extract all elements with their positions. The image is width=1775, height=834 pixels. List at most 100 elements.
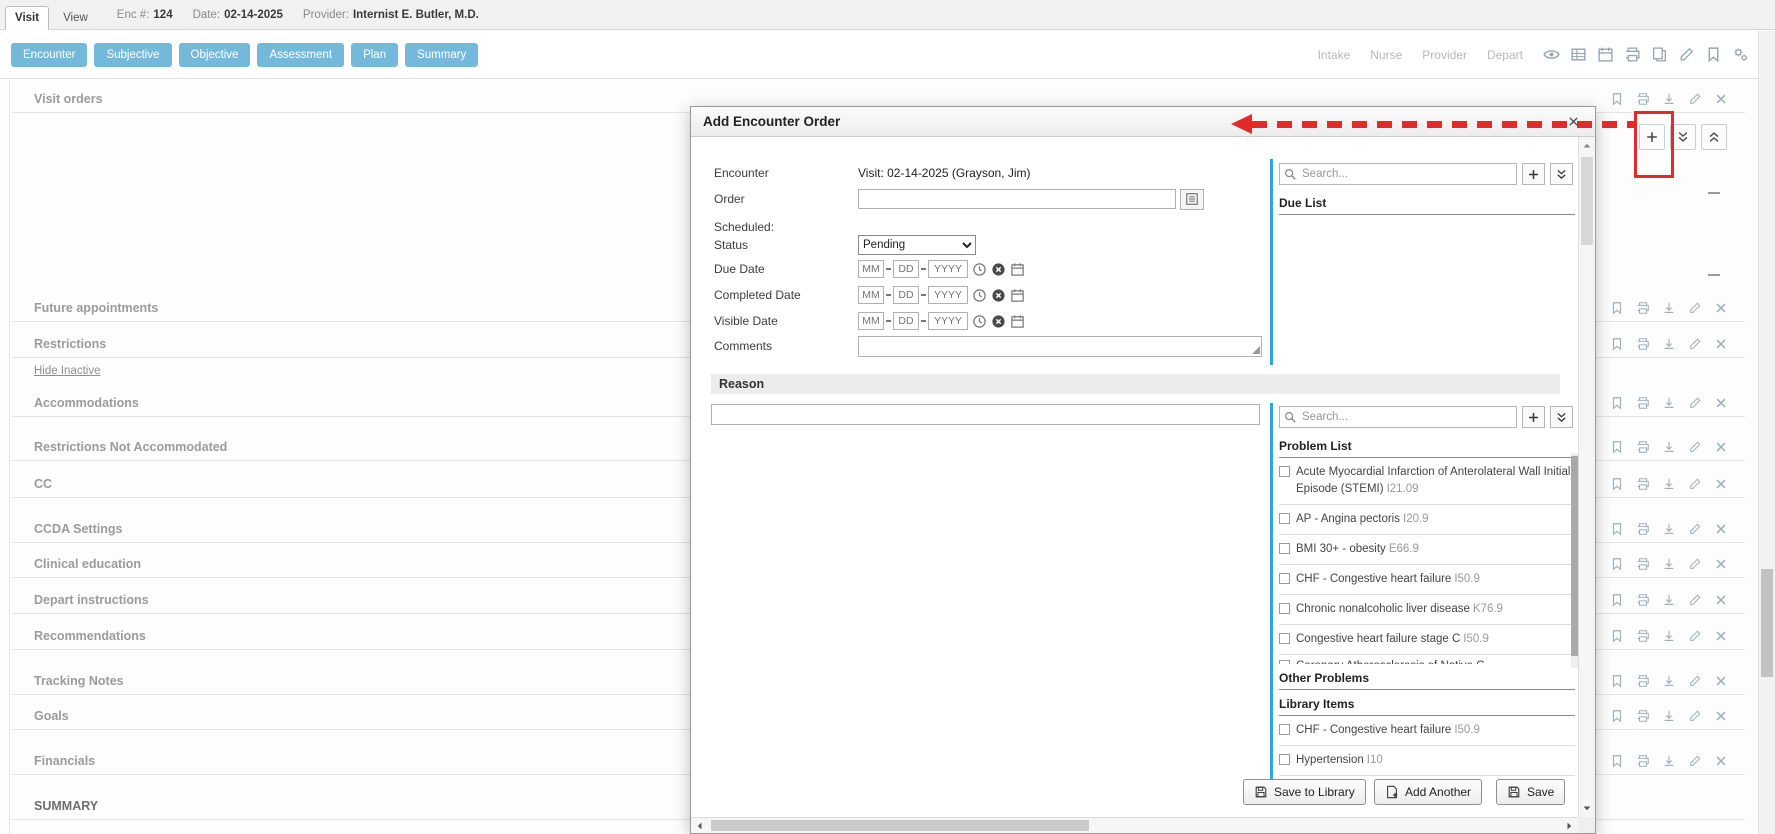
order-picker-button[interactable] <box>1180 189 1204 210</box>
close-icon[interactable] <box>1714 301 1728 315</box>
bookmark-icon[interactable] <box>1610 92 1624 106</box>
pencil-icon[interactable] <box>1688 477 1702 491</box>
due-add-button[interactable] <box>1522 163 1545 185</box>
printer-icon[interactable] <box>1636 629 1650 643</box>
download-icon[interactable] <box>1662 754 1676 768</box>
download-icon[interactable] <box>1662 709 1676 723</box>
eye-icon[interactable] <box>1543 46 1560 63</box>
printer-icon[interactable] <box>1636 92 1650 106</box>
scroll-up-icon[interactable] <box>1581 140 1593 152</box>
due-date-yyyy-input[interactable] <box>928 260 968 278</box>
printer-icon[interactable] <box>1636 557 1650 571</box>
collapse-toggle-icon[interactable] <box>1708 274 1720 276</box>
nav-tab-assessment[interactable]: Assessment <box>257 43 344 67</box>
problem-item[interactable]: AP - Angina pectorisI20.9 <box>1279 505 1575 535</box>
clear-date-icon[interactable] <box>991 314 1006 329</box>
dialog-hscrollbar-thumb[interactable] <box>711 820 1089 831</box>
library-item[interactable]: CHF - Congestive heart failureI50.9 <box>1279 716 1575 746</box>
visible-date-dd-input[interactable] <box>893 312 919 330</box>
bookmark-icon[interactable] <box>1610 301 1624 315</box>
printer-icon[interactable] <box>1636 754 1650 768</box>
download-icon[interactable] <box>1662 440 1676 454</box>
reason-add-button[interactable] <box>1522 406 1545 428</box>
clear-date-icon[interactable] <box>991 262 1006 277</box>
pencil-icon[interactable] <box>1688 92 1702 106</box>
due-date-dd-input[interactable] <box>893 260 919 278</box>
library-item-checkbox[interactable] <box>1279 724 1290 735</box>
calendar-icon[interactable] <box>1010 314 1025 329</box>
visible-date-yyyy-input[interactable] <box>928 312 968 330</box>
reason-search-input[interactable] <box>1279 406 1517 428</box>
stage-nurse[interactable]: Nurse <box>1370 48 1402 62</box>
completed-date-yyyy-input[interactable] <box>928 286 968 304</box>
printer-icon[interactable] <box>1636 477 1650 491</box>
stage-provider[interactable]: Provider <box>1422 48 1467 62</box>
download-icon[interactable] <box>1662 674 1676 688</box>
completed-date-mm-input[interactable] <box>858 286 884 304</box>
save-to-library-button[interactable]: Save to Library <box>1243 779 1366 805</box>
gears-icon[interactable] <box>1732 46 1749 63</box>
collapse-toggle-icon[interactable] <box>1708 192 1720 194</box>
bookmark-icon[interactable] <box>1610 593 1624 607</box>
bookmark-icon[interactable] <box>1610 557 1624 571</box>
nav-tab-subjective[interactable]: Subjective <box>94 43 171 67</box>
printer-icon[interactable] <box>1636 337 1650 351</box>
nav-tab-objective[interactable]: Objective <box>179 43 251 67</box>
problem-checkbox[interactable] <box>1279 633 1290 644</box>
pencil-icon[interactable] <box>1688 629 1702 643</box>
problem-item[interactable]: Acute Myocardial Infarction of Anterolat… <box>1279 458 1575 505</box>
scroll-down-icon[interactable] <box>1581 802 1593 814</box>
problem-checkbox[interactable] <box>1279 466 1290 477</box>
download-icon[interactable] <box>1662 396 1676 410</box>
page-scrollbar[interactable] <box>1758 31 1775 834</box>
close-icon[interactable] <box>1714 92 1728 106</box>
problem-list-scrollbar-thumb[interactable] <box>1571 456 1578 656</box>
scroll-left-icon[interactable] <box>694 820 706 832</box>
close-icon[interactable] <box>1714 754 1728 768</box>
pencil-icon[interactable] <box>1688 301 1702 315</box>
grid-icon[interactable] <box>1570 46 1587 63</box>
page-scrollbar-thumb[interactable] <box>1761 569 1773 677</box>
problem-item[interactable]: BMI 30+ - obesityE66.9 <box>1279 535 1575 565</box>
close-icon[interactable] <box>1714 337 1728 351</box>
clear-date-icon[interactable] <box>991 288 1006 303</box>
due-date-mm-input[interactable] <box>858 260 884 278</box>
bookmark-icon[interactable] <box>1705 46 1722 63</box>
close-icon[interactable] <box>1714 629 1728 643</box>
problem-list-scrollbar[interactable] <box>1571 453 1578 668</box>
pencil-icon[interactable] <box>1688 396 1702 410</box>
reason-expand-button[interactable] <box>1550 406 1573 428</box>
bookmark-icon[interactable] <box>1610 522 1624 536</box>
calendar-icon[interactable] <box>1010 262 1025 277</box>
problem-checkbox[interactable] <box>1279 660 1290 664</box>
order-input[interactable] <box>858 189 1176 209</box>
printer-icon[interactable] <box>1636 301 1650 315</box>
clock-icon[interactable] <box>972 262 987 277</box>
close-icon[interactable] <box>1714 396 1728 410</box>
bookmark-icon[interactable] <box>1610 477 1624 491</box>
close-icon[interactable] <box>1714 522 1728 536</box>
dialog-horizontal-scrollbar[interactable] <box>691 817 1578 833</box>
calendar-icon[interactable] <box>1597 46 1614 63</box>
completed-date-dd-input[interactable] <box>893 286 919 304</box>
bookmark-icon[interactable] <box>1610 337 1624 351</box>
printer-icon[interactable] <box>1636 674 1650 688</box>
bookmark-icon[interactable] <box>1610 754 1624 768</box>
problem-checkbox[interactable] <box>1279 573 1290 584</box>
printer-icon[interactable] <box>1636 440 1650 454</box>
visible-date-mm-input[interactable] <box>858 312 884 330</box>
tab-view[interactable]: View <box>54 7 97 29</box>
tab-visit[interactable]: Visit <box>5 6 49 30</box>
copy-icon[interactable] <box>1651 46 1668 63</box>
problem-checkbox[interactable] <box>1279 603 1290 614</box>
pencil-icon[interactable] <box>1688 440 1702 454</box>
download-icon[interactable] <box>1662 593 1676 607</box>
library-item-checkbox[interactable] <box>1279 754 1290 765</box>
printer-icon[interactable] <box>1636 593 1650 607</box>
printer-icon[interactable] <box>1636 709 1650 723</box>
pencil-icon[interactable] <box>1688 754 1702 768</box>
problem-item[interactable]: Congestive heart failure stage CI50.9 <box>1279 625 1575 655</box>
dialog-vertical-scrollbar[interactable] <box>1578 137 1595 817</box>
clock-icon[interactable] <box>972 314 987 329</box>
bookmark-icon[interactable] <box>1610 396 1624 410</box>
